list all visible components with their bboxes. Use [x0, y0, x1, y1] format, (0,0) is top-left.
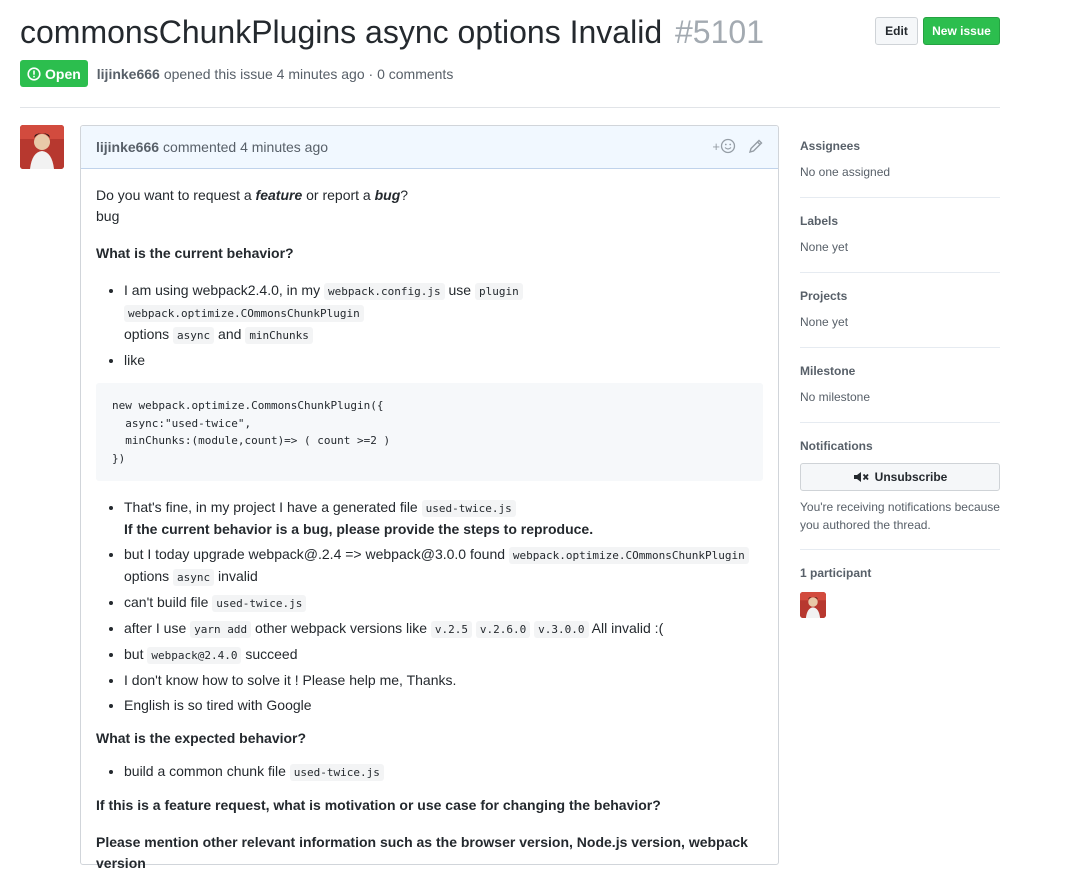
notification-reason: You're receiving notifications because y…: [800, 500, 1000, 532]
milestone-heading: Milestone: [800, 364, 856, 378]
list-item: English is so tired with Google: [124, 695, 763, 716]
feature-request-heading: If this is a feature request, what is mo…: [96, 797, 661, 813]
list-item: but I today upgrade webpack@.2.4 => webp…: [124, 544, 763, 588]
issue-meta: Open lijinke666 opened this issue 4 minu…: [20, 60, 453, 87]
labels-heading: Labels: [800, 214, 839, 228]
edit-comment-button[interactable]: [748, 138, 764, 157]
header-divider: [20, 107, 1000, 108]
list-item: I am using webpack2.4.0, in my webpack.c…: [124, 280, 763, 346]
milestone-value: No milestone: [800, 390, 871, 404]
add-reaction-button[interactable]: +: [712, 138, 736, 154]
expected-list: build a common chunk file used-twice.js: [96, 761, 763, 783]
details-list: That's fine, in my project I have a gene…: [96, 497, 763, 716]
assignees-heading: Assignees: [800, 139, 861, 153]
new-issue-button[interactable]: New issue: [923, 17, 1000, 45]
assignees-value: No one assigned: [800, 165, 891, 179]
status-badge: Open: [20, 60, 88, 87]
list-item: but webpack@2.4.0 succeed: [124, 644, 763, 666]
bug-text: bug: [374, 187, 401, 203]
edit-button[interactable]: Edit: [875, 17, 918, 45]
pencil-icon: [748, 139, 763, 154]
other-info-heading: Please mention other relevant informatio…: [96, 834, 748, 871]
labels-value: None yet: [800, 240, 849, 254]
feature-text: feature: [255, 187, 303, 203]
labels-section[interactable]: Labels None yet: [800, 198, 1000, 273]
answer-line: bug: [96, 208, 120, 224]
issue-author-link[interactable]: lijinke666: [97, 66, 160, 82]
sidebar: Assignees No one assigned Labels None ye…: [800, 125, 1000, 618]
avatar-image: [20, 125, 64, 169]
intro-mid: or report a: [302, 187, 375, 203]
current-behavior-heading: What is the current behavior?: [96, 245, 294, 261]
participant-avatar-image: [800, 592, 826, 618]
projects-section[interactable]: Projects None yet: [800, 273, 1000, 348]
comment-body: Do you want to request a feature or repo…: [81, 185, 778, 874]
avatar[interactable]: [20, 125, 64, 169]
intro-post: ?: [400, 187, 409, 203]
list-item: I don't know how to solve it ! Please he…: [124, 670, 763, 691]
projects-value: None yet: [800, 315, 849, 329]
notifications-heading: Notifications: [800, 439, 873, 453]
comment-author-link[interactable]: lijinke666: [96, 139, 159, 155]
list-item: after I use yarn add other webpack versi…: [124, 618, 763, 640]
projects-heading: Projects: [800, 289, 848, 303]
milestone-section[interactable]: Milestone No milestone: [800, 348, 1000, 423]
add-reaction-plus: +: [712, 138, 720, 154]
notifications-section: Notifications Unsubscribe You're receivi…: [800, 423, 1000, 550]
intro-text: Do you want to request a: [96, 187, 256, 203]
unsubscribe-label: Unsubscribe: [874, 470, 948, 484]
participant-avatar[interactable]: [800, 592, 826, 618]
unsubscribe-button[interactable]: Unsubscribe: [800, 463, 1000, 491]
participants-heading: 1 participant: [800, 566, 872, 580]
issue-opened-text: opened this issue 4 minutes ago · 0 comm…: [163, 65, 454, 82]
expected-behavior-heading: What is the expected behavior?: [96, 730, 307, 746]
issue-title-text: commonsChunkPlugins async options Invali…: [20, 14, 663, 50]
issue-number: #5101: [675, 14, 764, 50]
code-block: new webpack.optimize.CommonsChunkPlugin(…: [96, 383, 763, 481]
smiley-icon: [720, 138, 736, 154]
participants-section: 1 participant: [800, 550, 1000, 618]
mute-icon: [853, 472, 869, 482]
assignees-section[interactable]: Assignees No one assigned: [800, 125, 1000, 198]
current-behavior-list: I am using webpack2.4.0, in my webpack.c…: [96, 280, 763, 371]
issue-opened-icon: [27, 66, 41, 81]
list-item: like: [124, 350, 763, 371]
comment-header: lijinke666 commented 4 minutes ago +: [81, 126, 778, 169]
comment-time: commented 4 minutes ago: [163, 139, 329, 155]
list-item: can't build file used-twice.js: [124, 592, 763, 614]
list-item: That's fine, in my project I have a gene…: [124, 497, 763, 540]
status-label: Open: [45, 65, 81, 82]
list-item: build a common chunk file used-twice.js: [124, 761, 763, 783]
comment-box: lijinke666 commented 4 minutes ago + Do …: [80, 125, 779, 871]
intro-line: Do you want to request a feature or repo…: [96, 185, 763, 206]
issue-title: commonsChunkPlugins async options Invali…: [20, 14, 764, 51]
